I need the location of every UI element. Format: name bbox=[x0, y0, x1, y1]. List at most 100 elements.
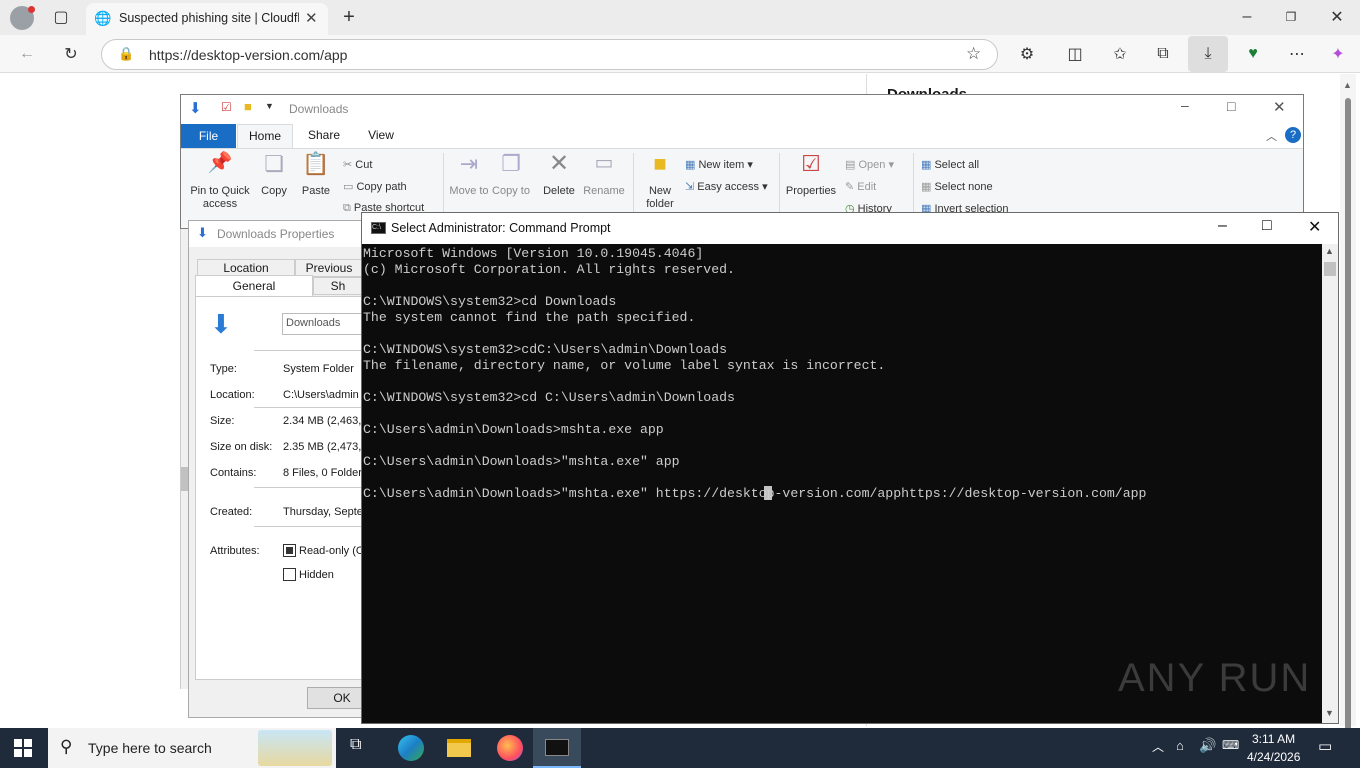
back-icon[interactable]: ← bbox=[12, 39, 42, 69]
explorer-ribbon-tabs: File Home Share View ︿ ? bbox=[181, 124, 1303, 149]
explorer-left-scrollbar[interactable] bbox=[180, 229, 188, 689]
separator bbox=[254, 350, 374, 351]
cut-button[interactable]: ✂ Cut bbox=[343, 158, 372, 171]
start-windows-icon[interactable] bbox=[14, 739, 32, 757]
file-explorer-window: ⬇ ☑ ■ ▼ Downloads – □ ✕ File Home Share … bbox=[180, 94, 1304, 229]
favorites-icon[interactable]: ✩ bbox=[1105, 39, 1135, 69]
folder-name-field[interactable]: Downloads bbox=[282, 313, 372, 335]
extensions-icon[interactable]: ⚙ bbox=[1012, 39, 1042, 69]
collections-icon[interactable]: ⧉ bbox=[1148, 39, 1178, 69]
properties-button[interactable]: ☑ Properties bbox=[783, 151, 839, 198]
restore-icon[interactable]: ❐ bbox=[1276, 2, 1306, 32]
performance-icon[interactable]: ♥ bbox=[1238, 39, 1268, 69]
readonly-checkbox[interactable] bbox=[283, 544, 296, 557]
copy-path-button[interactable]: ▭ Copy path bbox=[343, 180, 407, 193]
tab-home[interactable]: Home bbox=[237, 124, 293, 149]
new-item-button[interactable]: ▦ New item ▾ bbox=[685, 158, 753, 171]
delete-button[interactable]: ✕ Delete bbox=[539, 152, 579, 198]
cmd-scrollbar[interactable]: ▲ ▼ bbox=[1322, 244, 1338, 723]
cmd-app-icon: C:\ bbox=[371, 222, 386, 234]
cmd-minimize-icon[interactable]: – bbox=[1218, 217, 1227, 235]
open-button[interactable]: ▤ Open ▾ bbox=[845, 158, 894, 171]
size-on-disk-label: Size on disk: bbox=[210, 441, 273, 453]
rename-button[interactable]: ▭ Rename bbox=[581, 153, 627, 198]
clock-date[interactable]: 4/24/2026 bbox=[1247, 750, 1300, 764]
tab-close-icon[interactable]: ✕ bbox=[305, 9, 318, 27]
more-menu-icon[interactable]: ⋯ bbox=[1282, 39, 1312, 69]
help-icon[interactable]: ? bbox=[1285, 127, 1301, 143]
new-tab-icon[interactable]: + bbox=[334, 2, 364, 32]
volume-icon[interactable]: 🔊 bbox=[1199, 737, 1216, 754]
clock-time[interactable]: 3:11 AM bbox=[1252, 732, 1295, 746]
tab-file[interactable]: File bbox=[181, 124, 236, 148]
tab-actions-icon[interactable]: ▢ bbox=[46, 2, 76, 32]
cmd-maximize-icon[interactable]: □ bbox=[1262, 217, 1272, 235]
favorite-star-icon[interactable]: ☆ bbox=[966, 44, 981, 64]
scroll-down-arrow-icon[interactable]: ▼ bbox=[1325, 708, 1334, 718]
scroll-up-arrow-icon[interactable]: ▲ bbox=[1343, 80, 1352, 90]
pin-quick-access-button[interactable]: 📌 Pin to Quick access bbox=[185, 152, 255, 211]
cmd-output: Microsoft Windows [Version 10.0.19045.40… bbox=[363, 246, 1147, 501]
properties-dialog: ⬇ Downloads Properties Location Previous… bbox=[188, 220, 377, 718]
easy-access-button[interactable]: ⇲ Easy access ▾ bbox=[685, 180, 768, 193]
cmd-close-icon[interactable]: ✕ bbox=[1308, 217, 1321, 237]
cmd-console[interactable]: Microsoft Windows [Version 10.0.19045.40… bbox=[362, 244, 1322, 723]
browser-tab[interactable]: 🌐 Suspected phishing site | Cloudfla ✕ bbox=[86, 3, 328, 35]
folder-qa-icon[interactable]: ■ bbox=[244, 99, 252, 114]
search-highlight-image bbox=[258, 730, 332, 766]
ribbon-collapse-icon[interactable]: ︿ bbox=[1266, 128, 1277, 144]
tab-general[interactable]: General bbox=[195, 275, 313, 297]
tab-sharing[interactable]: Sh bbox=[313, 277, 363, 295]
cmd-title: Select Administrator: Command Prompt bbox=[391, 221, 611, 235]
downloads-icon[interactable]: ⤓ bbox=[1188, 36, 1228, 72]
edge-taskbar-icon[interactable] bbox=[398, 735, 424, 761]
size-label: Size: bbox=[210, 415, 235, 427]
explorer-minimize-icon[interactable]: – bbox=[1181, 97, 1189, 113]
scroll-thumb[interactable] bbox=[181, 467, 188, 491]
taskbar-search-box[interactable]: ⚲ Type here to search bbox=[48, 728, 336, 768]
address-url: https://desktop-version.com/app bbox=[149, 47, 348, 63]
move-to-button[interactable]: ⇥ Move to bbox=[449, 153, 489, 198]
notification-icon[interactable]: ▭ bbox=[1318, 737, 1332, 755]
scroll-thumb[interactable] bbox=[1345, 98, 1351, 740]
properties-qa-icon[interactable]: ☑ bbox=[221, 100, 232, 114]
new-folder-button[interactable]: ■ New folder bbox=[639, 151, 681, 211]
file-explorer-taskbar-icon[interactable] bbox=[447, 739, 471, 757]
pin-icon: 📌 bbox=[207, 152, 233, 174]
minimize-icon[interactable]: – bbox=[1232, 2, 1262, 32]
scroll-thumb[interactable] bbox=[1324, 262, 1336, 276]
explorer-close-icon[interactable]: ✕ bbox=[1273, 98, 1286, 116]
new-folder-icon: ■ bbox=[653, 151, 667, 176]
copy-button[interactable]: ❏ Copy bbox=[257, 153, 291, 198]
properties-check-icon: ☑ bbox=[801, 151, 821, 176]
tab-share[interactable]: Share bbox=[301, 128, 347, 142]
page-scrollbar[interactable]: ▲ bbox=[1340, 74, 1356, 740]
tray-chevron-icon[interactable]: ︿ bbox=[1152, 738, 1164, 755]
explorer-maximize-icon[interactable]: □ bbox=[1227, 98, 1235, 114]
separator bbox=[254, 526, 374, 527]
address-bar[interactable]: 🔒 https://desktop-version.com/app ☆ bbox=[101, 39, 998, 70]
folder-download-icon: ⬇ bbox=[210, 309, 232, 339]
watermark-logo: ANY RUN bbox=[1118, 656, 1312, 700]
hidden-checkbox[interactable] bbox=[283, 568, 296, 581]
close-window-icon[interactable]: ✕ bbox=[1322, 2, 1352, 32]
scroll-up-arrow-icon[interactable]: ▲ bbox=[1325, 246, 1334, 256]
cmd-taskbar-button[interactable] bbox=[533, 728, 581, 768]
split-screen-icon[interactable]: ◫ bbox=[1060, 39, 1090, 69]
select-all-button[interactable]: ▦ Select all bbox=[921, 158, 979, 171]
copy-to-icon: ❐ bbox=[501, 151, 521, 176]
paste-button[interactable]: 📋 Paste bbox=[297, 153, 335, 198]
firefox-taskbar-icon[interactable] bbox=[497, 735, 523, 761]
qa-dropdown-icon[interactable]: ▼ bbox=[265, 101, 274, 111]
edit-button[interactable]: ✎ Edit bbox=[845, 180, 876, 193]
network-icon[interactable]: ⌂ bbox=[1176, 738, 1184, 753]
explorer-title: Downloads bbox=[289, 102, 349, 116]
refresh-icon[interactable]: ↻ bbox=[56, 39, 86, 69]
copilot-icon[interactable]: ✦ bbox=[1323, 39, 1353, 69]
copy-to-button[interactable]: ❐ Copy to bbox=[491, 151, 531, 198]
type-value: System Folder bbox=[283, 363, 354, 375]
select-none-button[interactable]: ▦ Select none bbox=[921, 180, 993, 193]
tab-view[interactable]: View bbox=[358, 128, 404, 142]
keyboard-icon[interactable]: ⌨ bbox=[1222, 738, 1239, 752]
task-view-icon[interactable]: ⧉ bbox=[350, 736, 370, 758]
